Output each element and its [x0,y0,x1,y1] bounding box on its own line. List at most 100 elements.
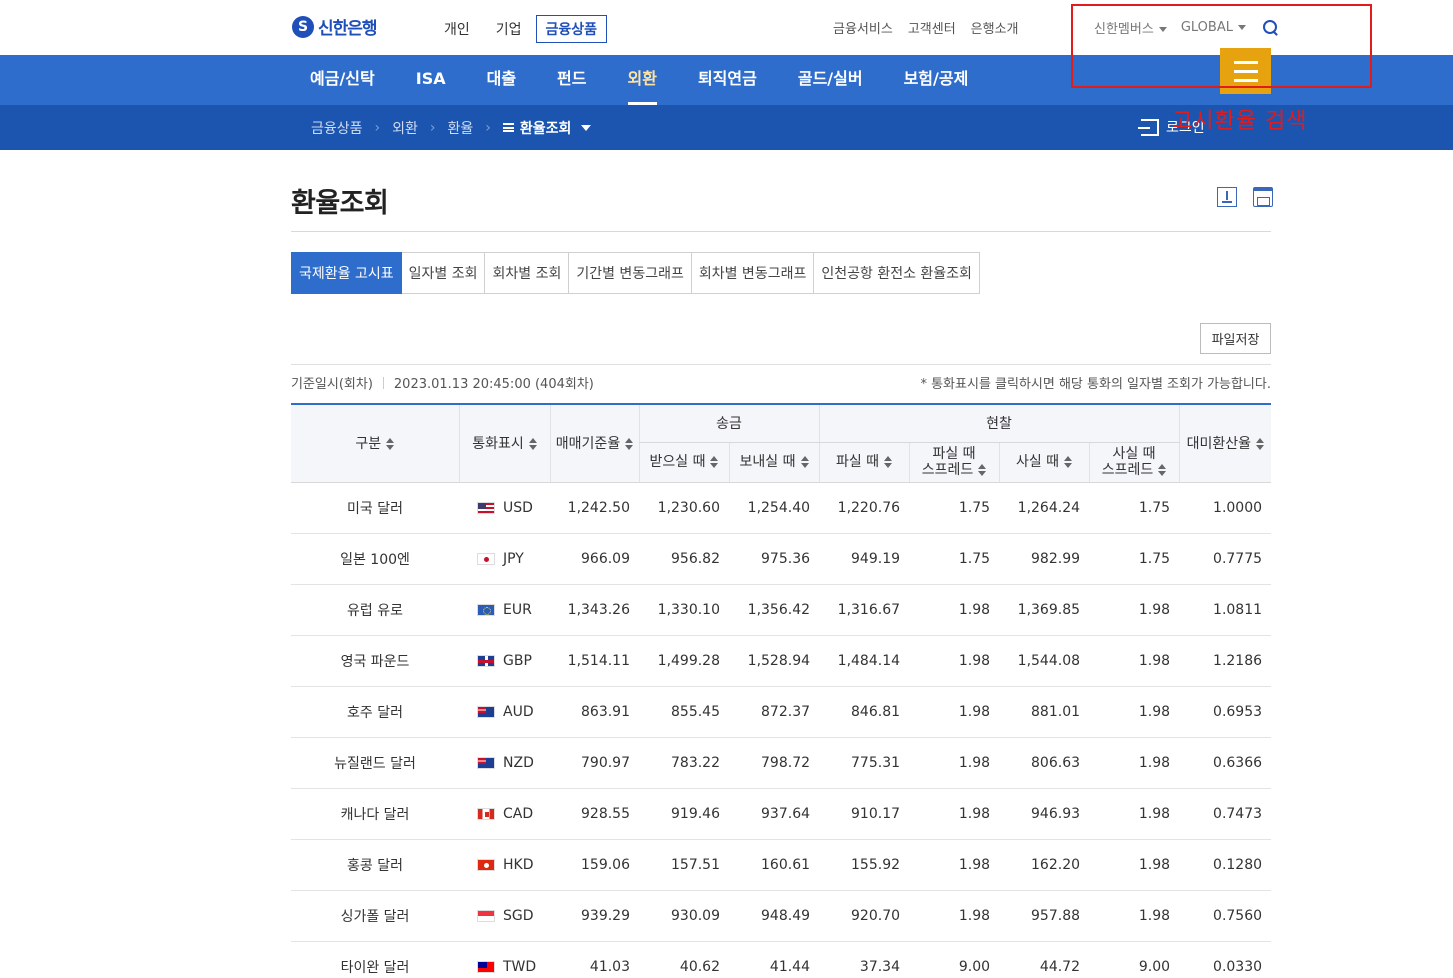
tab-by-date[interactable]: 일자별 조회 [401,252,486,294]
flag-icon [477,807,495,820]
table-row: 일본 100엔 JPY 966.09 956.82 975.36 949.19 1.75 98… [291,533,1272,585]
main-nav-pension[interactable]: 퇴직연금 [698,55,757,105]
cell-cash-sell: 155.92 [819,839,910,891]
save-file-button[interactable]: 파일저장 [1200,323,1271,354]
reference-value: 2023.01.13 20:45:00 (404회차) [393,377,594,392]
cell-cash-buy: 1,544.08 [999,635,1090,687]
currency-code: NZD [503,754,534,771]
cell-currency-link[interactable]: USD [459,482,550,534]
cell-remit-send: 937.64 [729,788,820,840]
cell-currency-link[interactable]: HKD [459,839,550,891]
breadcrumb-item[interactable]: 금융상품 [311,118,363,138]
divider [291,364,1271,365]
flag-icon [477,705,495,718]
cell-currency-link[interactable]: EUR [459,584,550,636]
cell-currency-link[interactable]: GBP [459,635,550,687]
cell-base-rate: 928.55 [550,788,639,840]
tab-period-graph[interactable]: 기간별 변동그래프 [569,252,692,294]
download-icon[interactable] [1217,187,1237,207]
col-usd-rate-label: 대미환산율 [1186,436,1251,453]
cell-cash-sell: 1,220.76 [819,482,910,534]
header-line: 스프레드 [1101,462,1154,478]
util-financial-services[interactable]: 금융서비스 [833,18,893,37]
cell-currency-link[interactable]: AUD [459,686,550,738]
print-icon[interactable] [1253,187,1273,207]
flag-icon [477,960,495,973]
cell-currency-link[interactable]: TWD [459,941,550,978]
main-nav-fund[interactable]: 펀드 [557,55,586,105]
col-base-rate-label: 매매기준율 [555,436,621,453]
chevron-down-icon [581,124,592,131]
main-nav-foreign-exchange[interactable]: 외환 [627,55,658,105]
util-bank-intro[interactable]: 은행소개 [971,18,1019,37]
col-cash-sell-spread[interactable]: 파실 때 스프레드 [908,441,1000,483]
cell-remit-receive: 1,499.28 [639,635,729,687]
cell-usd-rate: 0.6953 [1179,686,1272,738]
cell-base-rate: 1,242.50 [550,482,639,534]
cell-cash-buy-spread: 1.98 [1089,686,1180,738]
main-nav-deposit[interactable]: 예금/신탁 [310,55,375,105]
header-line: 사실 때 [1112,446,1156,462]
currency-code: TWD [503,958,537,975]
cell-currency-link[interactable]: NZD [459,737,550,789]
flag-icon [477,603,495,616]
cell-remit-send: 975.36 [729,533,820,585]
table-row: 영국 파운드 GBP 1,514.11 1,499.28 1,528.94 1,484.1… [291,635,1272,687]
util-customer-center[interactable]: 고객센터 [908,18,956,37]
breadcrumb-current-dropdown[interactable]: 환율조회 [502,118,592,138]
cell-remit-receive: 919.46 [639,788,729,840]
col-remit-send[interactable]: 보내실 때 [728,441,820,483]
cell-cash-buy: 162.20 [999,839,1090,891]
annotation-label: 고시환율 검색 [1172,109,1308,134]
currency-code: GBP [503,652,532,669]
tab-by-round[interactable]: 회차별 조회 [485,252,570,294]
main-nav-loan[interactable]: 대출 [487,55,516,105]
reference-datetime: 기준일시(회차) 2023.01.13 20:45:00 (404회차) [291,373,594,392]
cell-remit-send: 798.72 [729,737,820,789]
col-cash-sell[interactable]: 파실 때 [818,441,910,483]
col-category[interactable]: 구분 [291,403,459,483]
flag-icon [477,756,495,769]
main-nav-gold-silver[interactable]: 골드/실버 [798,55,863,105]
currency-code: AUD [503,703,534,720]
tab-international-rates[interactable]: 국제환율 고시표 [291,252,402,294]
table-row: 뉴질랜드 달러 NZD 790.97 783.22 798.72 775.31 1.98 80… [291,737,1272,789]
cell-remit-receive: 1,330.10 [639,584,729,636]
col-usd-rate[interactable]: 대미환산율 [1178,403,1272,483]
tab-incheon-airport[interactable]: 인천공항 환전소 환율조회 [814,252,980,294]
currency-code: JPY [503,550,524,567]
main-nav-insurance[interactable]: 보험/공제 [904,55,969,105]
cell-currency-link[interactable]: CAD [459,788,550,840]
cell-base-rate: 1,514.11 [550,635,639,687]
cell-currency-link[interactable]: SGD [459,890,550,942]
top-nav-corporate[interactable]: 기업 [496,19,522,39]
col-cash-buy[interactable]: 사실 때 [998,441,1090,483]
divider [291,231,1271,232]
top-nav-financial-products[interactable]: 금융상품 [535,15,608,43]
cell-base-rate: 863.91 [550,686,639,738]
cell-usd-rate: 0.6366 [1179,737,1272,789]
col-cash-buy-spread[interactable]: 사실 때 스프레드 [1088,441,1180,483]
col-category-label: 구분 [355,436,382,453]
cell-cash-sell-spread: 1.98 [909,737,1000,789]
currency-code: CAD [503,805,534,822]
tab-round-graph[interactable]: 회차별 변동그래프 [691,252,815,294]
cell-remit-send: 41.44 [729,941,820,978]
col-base-rate[interactable]: 매매기준율 [549,403,639,483]
flag-icon [477,501,495,514]
col-remit-receive[interactable]: 받으실 때 [638,441,729,483]
col-currency[interactable]: 통화표시 [458,403,550,483]
cell-remit-receive: 783.22 [639,737,729,789]
top-nav-personal[interactable]: 개인 [444,19,470,39]
cell-category: 영국 파운드 [291,635,459,687]
sort-icon [710,456,719,468]
cell-cash-buy-spread: 1.98 [1089,890,1180,942]
main-nav-isa[interactable]: ISA [416,55,446,105]
breadcrumb-item[interactable]: 외환 [392,118,418,138]
breadcrumb-item[interactable]: 환율 [448,118,474,138]
cell-base-rate: 966.09 [550,533,639,585]
cell-cash-buy-spread: 1.98 [1089,584,1180,636]
shinhan-logo[interactable]: S 신한은행 [292,14,378,39]
col-cash-sell-label: 파실 때 [835,454,880,470]
cell-currency-link[interactable]: JPY [459,533,550,585]
